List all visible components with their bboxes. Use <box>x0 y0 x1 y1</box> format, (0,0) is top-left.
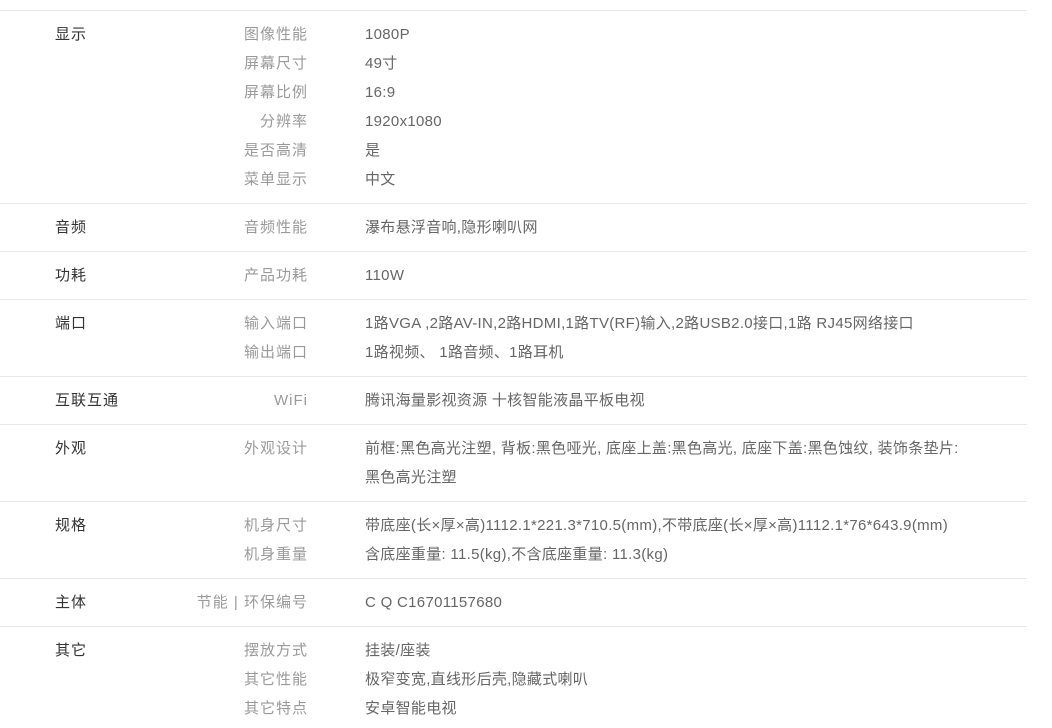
row-label: 外观设计 <box>175 434 308 463</box>
row-value: 腾讯海量影视资源 十核智能液晶平板电视 <box>365 386 1010 415</box>
spec-row: 其它性能 极窄变宽,直线形后壳,隐藏式喇叭 <box>175 665 1027 694</box>
row-value: 1080P <box>365 20 1010 49</box>
section-category: 端口 <box>0 309 175 338</box>
row-value: 带底座(长×厚×高)1112.1*221.3*710.5(mm),不带底座(长×… <box>365 511 1010 540</box>
row-label: 产品功耗 <box>175 261 308 290</box>
row-value: 前框:黑色高光注塑, 背板:黑色哑光, 底座上盖:黑色高光, 底座下盖:黑色蚀纹… <box>365 434 1010 492</box>
row-label: 音频性能 <box>175 213 308 242</box>
spec-section-dimensions: 规格 机身尺寸 带底座(长×厚×高)1112.1*221.3*710.5(mm)… <box>0 502 1027 579</box>
spec-row: 屏幕比例 16:9 <box>175 78 1027 107</box>
row-value: 瀑布悬浮音响,隐形喇叭网 <box>365 213 1010 242</box>
spec-section-appearance: 外观 外观设计 前框:黑色高光注塑, 背板:黑色哑光, 底座上盖:黑色高光, 底… <box>0 425 1027 502</box>
row-value: 16:9 <box>365 78 1010 107</box>
row-label: 是否高清 <box>175 136 308 165</box>
section-category: 显示 <box>0 20 175 49</box>
spec-row: 输出端口 1路视频、 1路音频、1路耳机 <box>175 338 1027 367</box>
row-label: 屏幕尺寸 <box>175 49 308 78</box>
row-value: 1920x1080 <box>365 107 1010 136</box>
row-value: 含底座重量: 11.5(kg),不含底座重量: 11.3(kg) <box>365 540 1010 569</box>
spec-section-display: 显示 图像性能 1080P 屏幕尺寸 49寸 屏幕比例 16:9 分辨率 192… <box>0 11 1027 204</box>
row-label: 图像性能 <box>175 20 308 49</box>
spec-section-other: 其它 摆放方式 挂装/座装 其它性能 极窄变宽,直线形后壳,隐藏式喇叭 其它特点… <box>0 627 1027 728</box>
spec-row: 图像性能 1080P <box>175 20 1027 49</box>
row-label: 机身重量 <box>175 540 308 569</box>
row-label: 屏幕比例 <box>175 78 308 107</box>
spec-section-main: 主体 节能 | 环保编号 C Q C16701157680 <box>0 579 1027 627</box>
row-label: 菜单显示 <box>175 165 308 194</box>
row-value: 110W <box>365 261 1010 290</box>
section-category: 音频 <box>0 213 175 242</box>
section-rows: 摆放方式 挂装/座装 其它性能 极窄变宽,直线形后壳,隐藏式喇叭 其它特点 安卓… <box>175 636 1027 723</box>
row-value: 挂装/座装 <box>365 636 1010 665</box>
section-rows: 音频性能 瀑布悬浮音响,隐形喇叭网 <box>175 213 1027 242</box>
row-value: 极窄变宽,直线形后壳,隐藏式喇叭 <box>365 665 1010 694</box>
section-rows: 输入端口 1路VGA ,2路AV-IN,2路HDMI,1路TV(RF)输入,2路… <box>175 309 1027 367</box>
row-label: 分辨率 <box>175 107 308 136</box>
section-category: 规格 <box>0 511 175 540</box>
row-value: C Q C16701157680 <box>365 588 1010 617</box>
section-category: 功耗 <box>0 261 175 290</box>
section-rows: 图像性能 1080P 屏幕尺寸 49寸 屏幕比例 16:9 分辨率 1920x1… <box>175 20 1027 194</box>
section-category: 外观 <box>0 434 175 463</box>
spec-row: 分辨率 1920x1080 <box>175 107 1027 136</box>
row-label: 输入端口 <box>175 309 308 338</box>
spec-row: 音频性能 瀑布悬浮音响,隐形喇叭网 <box>175 213 1027 242</box>
spec-row: 其它特点 安卓智能电视 <box>175 694 1027 723</box>
spec-row: 外观设计 前框:黑色高光注塑, 背板:黑色哑光, 底座上盖:黑色高光, 底座下盖… <box>175 434 1027 492</box>
spec-row: 是否高清 是 <box>175 136 1027 165</box>
row-label: 其它特点 <box>175 694 308 723</box>
row-label: 机身尺寸 <box>175 511 308 540</box>
spec-table: 显示 图像性能 1080P 屏幕尺寸 49寸 屏幕比例 16:9 分辨率 192… <box>0 10 1027 728</box>
row-value: 1路VGA ,2路AV-IN,2路HDMI,1路TV(RF)输入,2路USB2.… <box>365 309 1010 338</box>
spec-row: 产品功耗 110W <box>175 261 1027 290</box>
row-label: 其它性能 <box>175 665 308 694</box>
spec-row: 屏幕尺寸 49寸 <box>175 49 1027 78</box>
spec-section-audio: 音频 音频性能 瀑布悬浮音响,隐形喇叭网 <box>0 204 1027 252</box>
section-category: 主体 <box>0 588 175 617</box>
section-rows: WiFi 腾讯海量影视资源 十核智能液晶平板电视 <box>175 386 1027 415</box>
spec-section-power: 功耗 产品功耗 110W <box>0 252 1027 300</box>
spec-row: 机身尺寸 带底座(长×厚×高)1112.1*221.3*710.5(mm),不带… <box>175 511 1027 540</box>
spec-row: 输入端口 1路VGA ,2路AV-IN,2路HDMI,1路TV(RF)输入,2路… <box>175 309 1027 338</box>
section-category: 互联互通 <box>0 386 175 415</box>
row-label: WiFi <box>175 386 308 415</box>
row-value: 中文 <box>365 165 1010 194</box>
spec-row: 机身重量 含底座重量: 11.5(kg),不含底座重量: 11.3(kg) <box>175 540 1027 569</box>
spec-row: 摆放方式 挂装/座装 <box>175 636 1027 665</box>
section-rows: 产品功耗 110W <box>175 261 1027 290</box>
row-value: 49寸 <box>365 49 1010 78</box>
spec-row: 节能 | 环保编号 C Q C16701157680 <box>175 588 1027 617</box>
section-rows: 机身尺寸 带底座(长×厚×高)1112.1*221.3*710.5(mm),不带… <box>175 511 1027 569</box>
row-value: 安卓智能电视 <box>365 694 1010 723</box>
row-value: 1路视频、 1路音频、1路耳机 <box>365 338 1010 367</box>
section-rows: 外观设计 前框:黑色高光注塑, 背板:黑色哑光, 底座上盖:黑色高光, 底座下盖… <box>175 434 1027 492</box>
row-label: 摆放方式 <box>175 636 308 665</box>
spec-section-ports: 端口 输入端口 1路VGA ,2路AV-IN,2路HDMI,1路TV(RF)输入… <box>0 300 1027 377</box>
section-rows: 节能 | 环保编号 C Q C16701157680 <box>175 588 1027 617</box>
spec-row: 菜单显示 中文 <box>175 165 1027 194</box>
row-value: 是 <box>365 136 1010 165</box>
row-label: 节能 | 环保编号 <box>175 588 308 617</box>
spec-section-connectivity: 互联互通 WiFi 腾讯海量影视资源 十核智能液晶平板电视 <box>0 377 1027 425</box>
section-category: 其它 <box>0 636 175 665</box>
row-label: 输出端口 <box>175 338 308 367</box>
spec-row: WiFi 腾讯海量影视资源 十核智能液晶平板电视 <box>175 386 1027 415</box>
